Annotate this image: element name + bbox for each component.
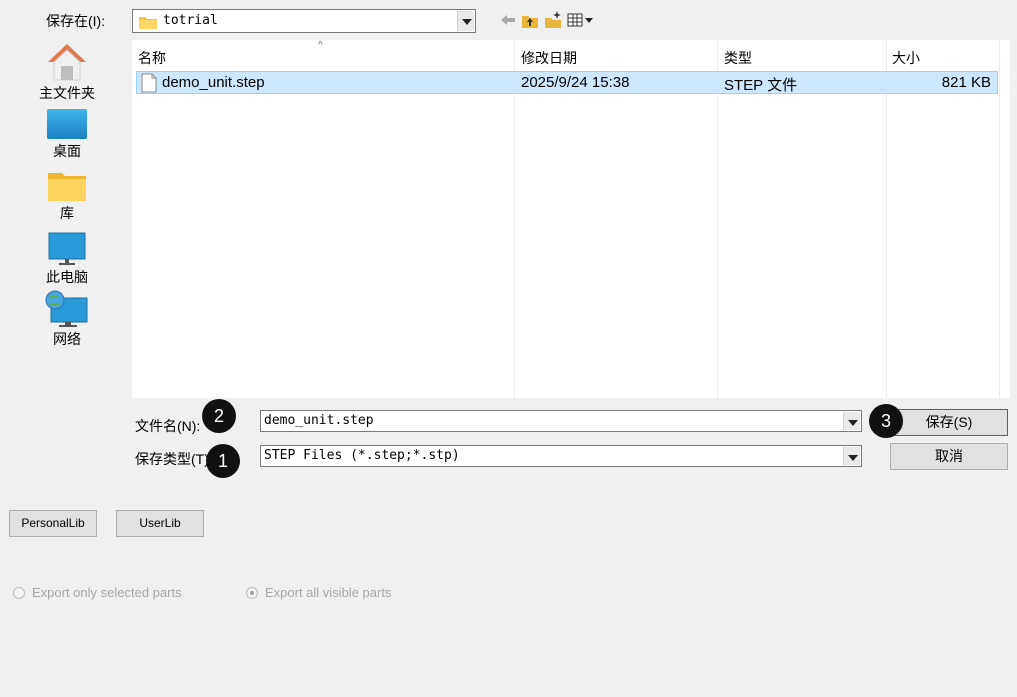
- view-menu-icon[interactable]: [567, 10, 595, 30]
- file-list[interactable]: ^ 名称 修改日期 类型 大小 demo_unit.step 2025/9/24…: [132, 40, 1010, 398]
- save-in-combo[interactable]: totrial: [132, 9, 476, 33]
- computer-icon: [48, 232, 86, 265]
- place-label: 网络: [53, 331, 81, 347]
- user-lib-button[interactable]: UserLib: [116, 510, 204, 537]
- place-computer[interactable]: 此电脑: [18, 232, 116, 287]
- home-icon: [48, 44, 86, 81]
- column-header-name[interactable]: 名称: [138, 48, 166, 68]
- file-icon: [141, 73, 157, 96]
- place-label: 此电脑: [46, 269, 88, 285]
- place-label: 桌面: [53, 143, 81, 159]
- step-badge: 3: [869, 404, 903, 438]
- network-icon: [45, 290, 88, 327]
- step-badge: 1: [206, 444, 240, 478]
- place-label: 库: [60, 205, 74, 221]
- column-divider: [999, 40, 1000, 398]
- filename-label: 文件名(N):: [135, 418, 201, 434]
- column-header-type[interactable]: 类型: [724, 48, 752, 68]
- back-arrow-icon[interactable]: [498, 10, 518, 30]
- export-all-visible-radio[interactable]: [246, 587, 258, 599]
- filetype-value: STEP Files (*.step;*.stp): [264, 448, 460, 463]
- column-header-modified[interactable]: 修改日期: [521, 48, 577, 68]
- file-size: 821 KB: [941, 74, 991, 91]
- place-network[interactable]: 网络: [18, 290, 116, 349]
- step-badge: 2: [202, 399, 236, 433]
- filetype-label: 保存类型(T):: [135, 451, 213, 467]
- export-selected-label: Export only selected parts: [32, 585, 182, 600]
- library-folder-icon: [48, 173, 86, 201]
- filename-value: demo_unit.step: [264, 413, 374, 428]
- place-library[interactable]: 库: [18, 170, 116, 223]
- file-name: demo_unit.step: [162, 74, 265, 91]
- personal-lib-button[interactable]: PersonalLib: [9, 510, 97, 537]
- folder-icon: [139, 15, 157, 32]
- filetype-select[interactable]: STEP Files (*.step;*.stp): [260, 445, 862, 467]
- new-folder-icon[interactable]: [543, 10, 563, 30]
- filename-field[interactable]: demo_unit.step: [260, 410, 862, 432]
- save-in-label: 保存在(I):: [46, 13, 106, 29]
- cancel-button[interactable]: 取消: [890, 443, 1008, 470]
- save-button[interactable]: 保存(S): [890, 409, 1008, 436]
- chevron-down-icon[interactable]: [843, 412, 860, 430]
- file-modified: 2025/9/24 15:38: [521, 74, 630, 91]
- up-folder-icon[interactable]: [520, 10, 540, 30]
- place-home[interactable]: 主文件夹: [18, 42, 116, 103]
- save-in-value: totrial: [163, 13, 218, 28]
- column-header-size[interactable]: 大小: [892, 48, 920, 68]
- desktop-icon: [47, 109, 87, 139]
- place-desktop[interactable]: 桌面: [18, 108, 116, 161]
- export-all-visible-label: Export all visible parts: [265, 585, 392, 600]
- export-selected-radio[interactable]: [13, 587, 25, 599]
- sort-up-icon: ^: [318, 40, 323, 51]
- chevron-down-icon[interactable]: [457, 11, 474, 31]
- place-label: 主文件夹: [39, 85, 95, 101]
- table-row[interactable]: demo_unit.step 2025/9/24 15:38 STEP 文件 8…: [136, 71, 998, 94]
- file-type: STEP 文件: [724, 77, 798, 94]
- chevron-down-icon[interactable]: [843, 447, 860, 465]
